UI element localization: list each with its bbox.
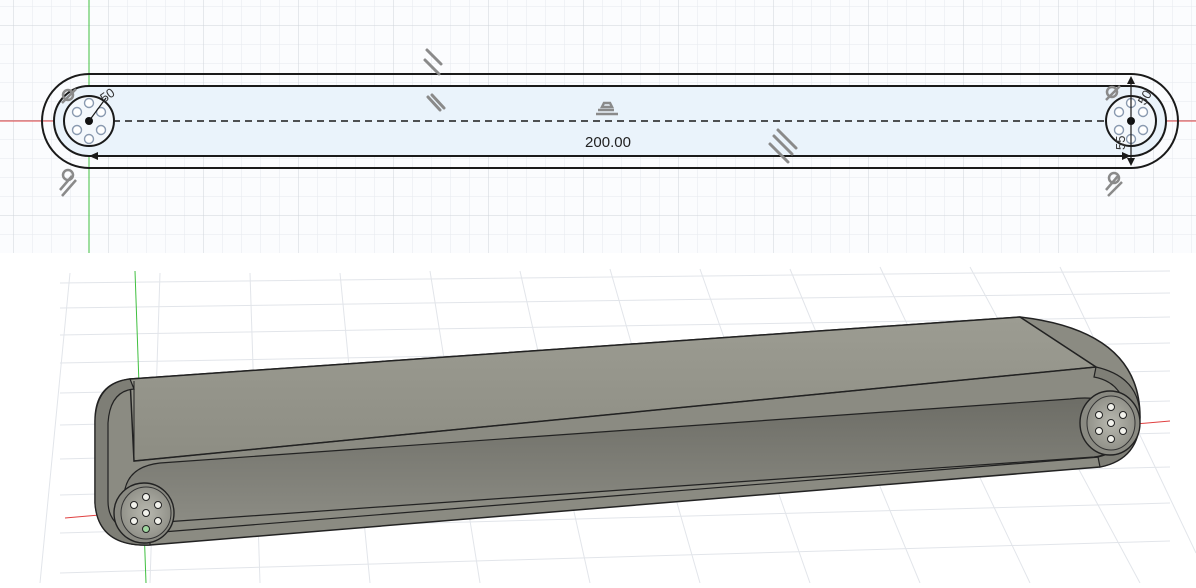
length-dimension-label[interactable]: 200.00 bbox=[585, 134, 631, 151]
sketch-viewport[interactable]: 50 50 55 200.00 bbox=[0, 0, 1196, 253]
right-roller-3d[interactable] bbox=[1079, 390, 1141, 456]
right-roller-outer-label[interactable]: 55 bbox=[1113, 136, 1128, 150]
model-canvas[interactable] bbox=[0, 253, 1196, 584]
left-roller-3d[interactable] bbox=[113, 482, 175, 544]
sketch-canvas[interactable]: 50 50 55 200.00 bbox=[0, 0, 1196, 253]
model-viewport[interactable] bbox=[0, 253, 1196, 584]
